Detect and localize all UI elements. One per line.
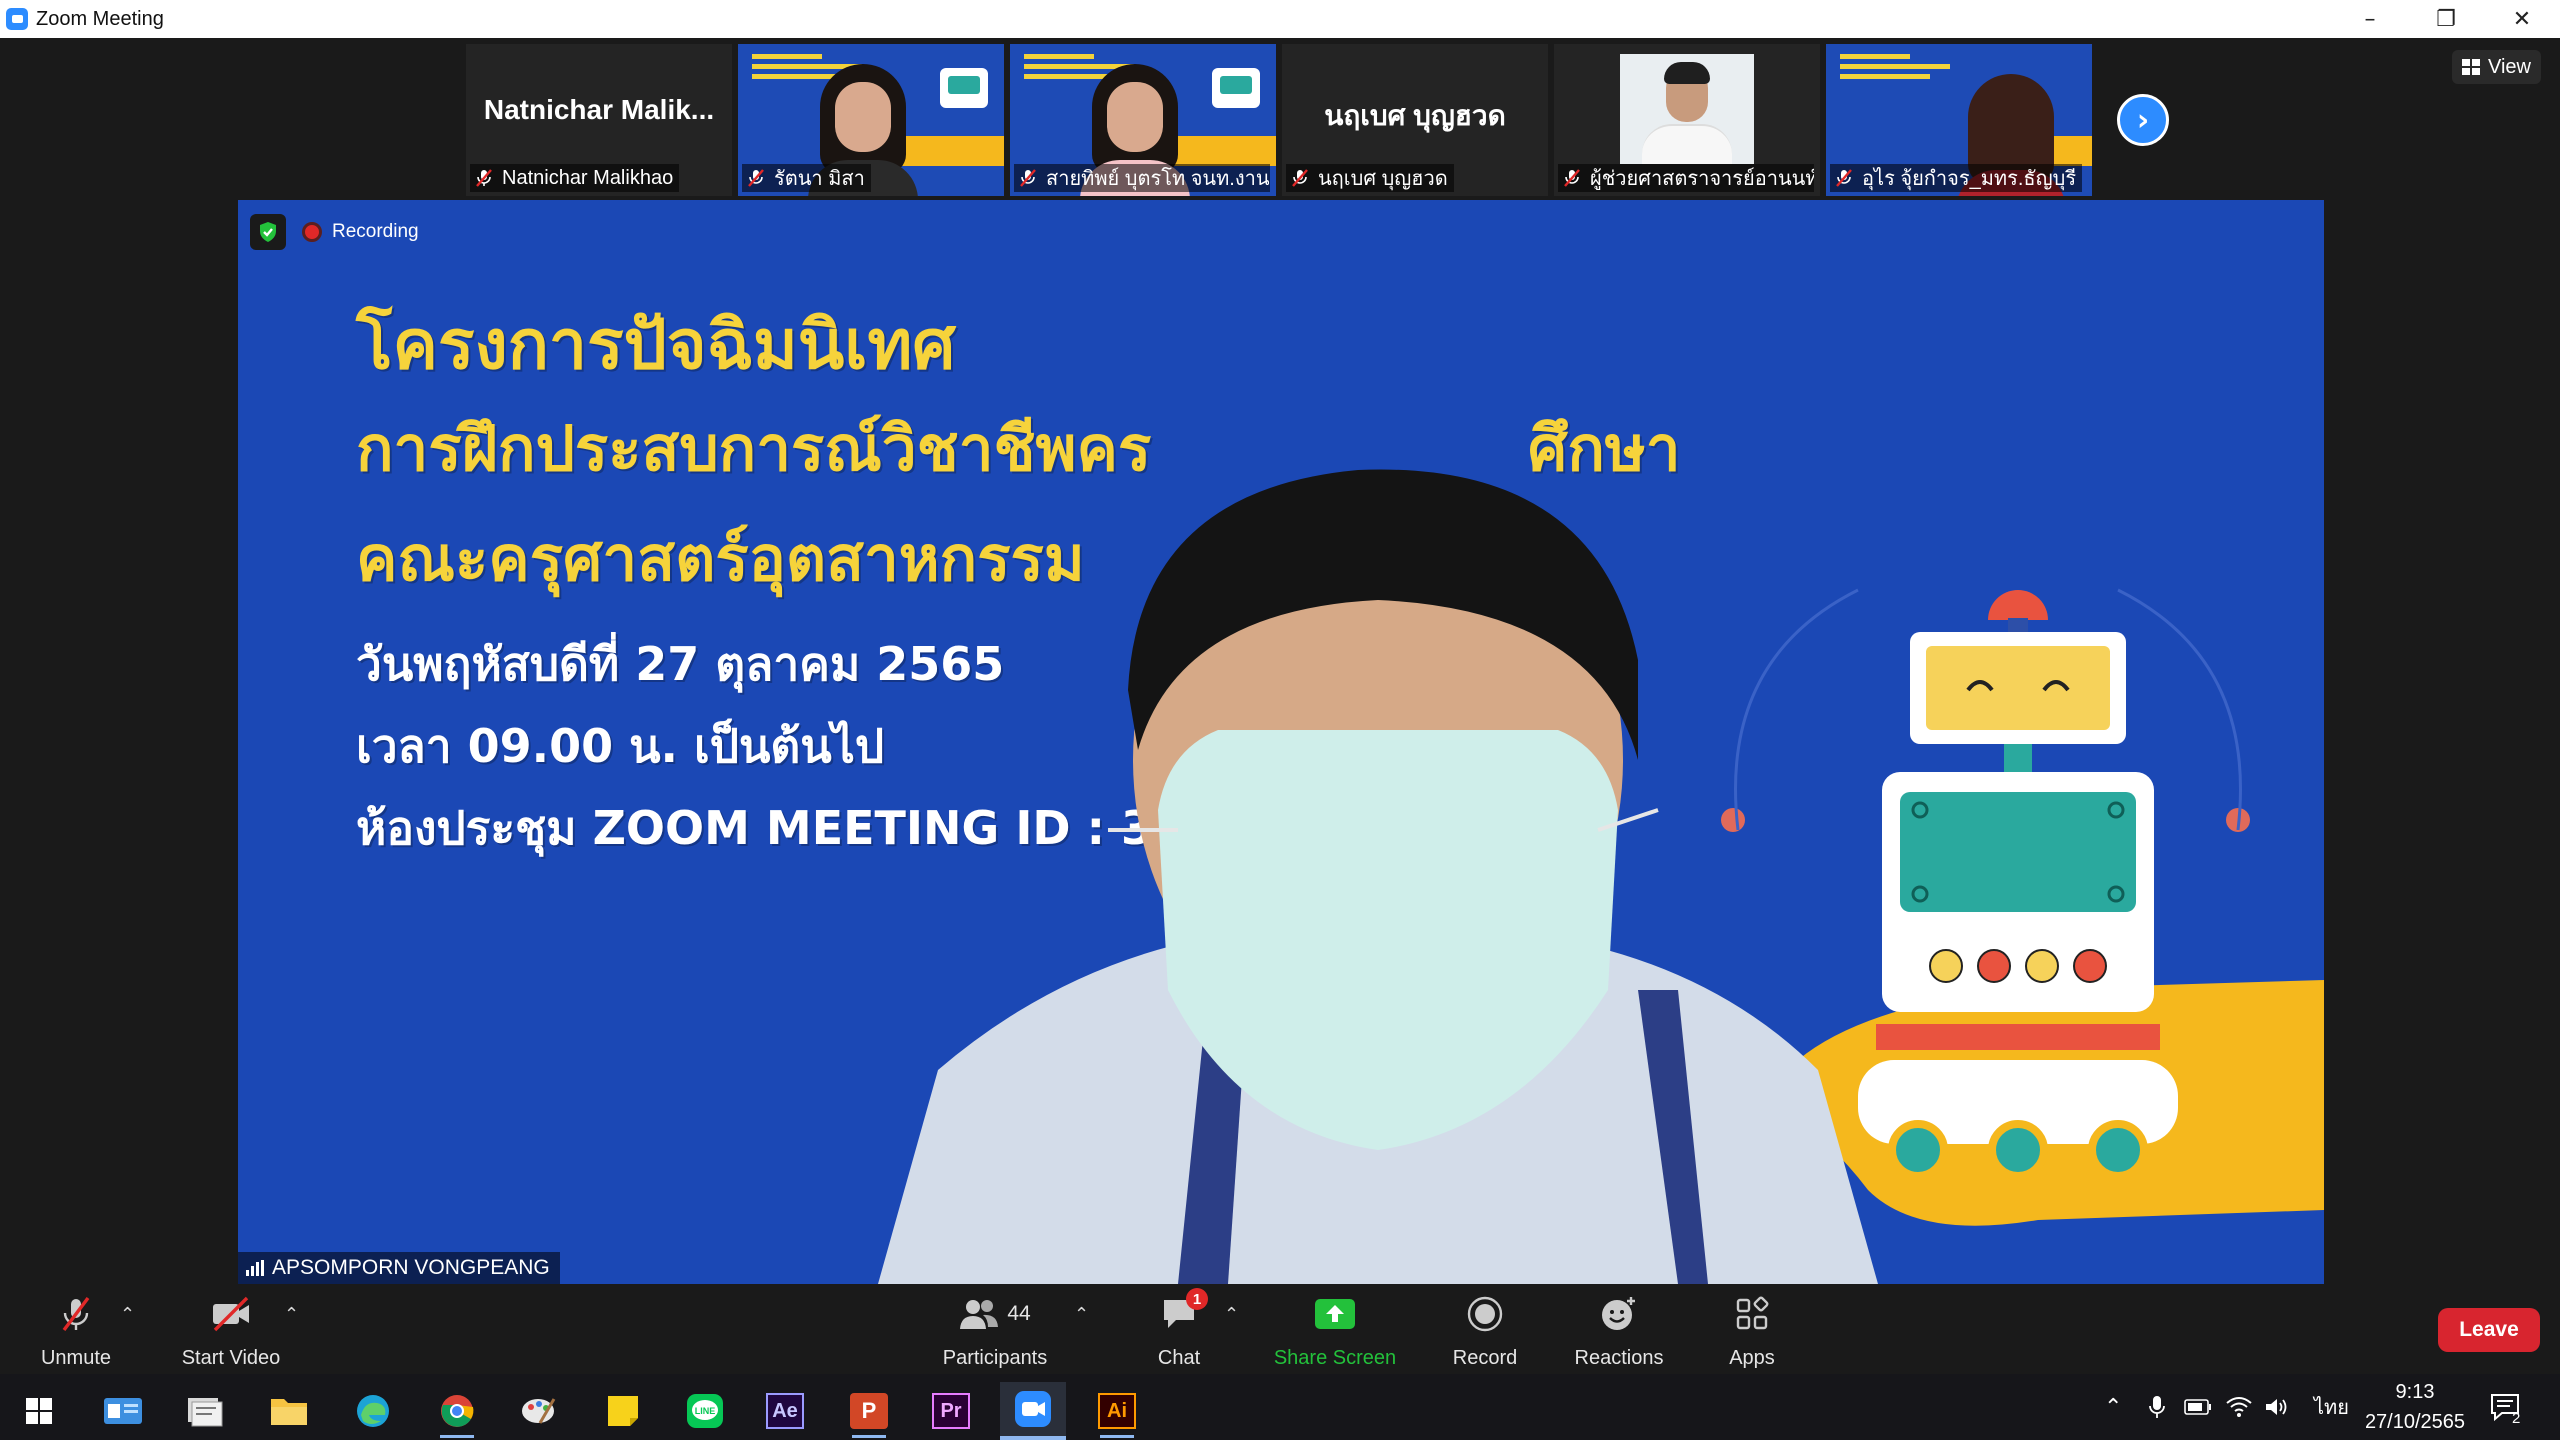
- video-options-caret-icon[interactable]: ⌃: [284, 1304, 299, 1325]
- muted-mic-icon: [1836, 169, 1852, 187]
- share-screen-icon: [1315, 1299, 1355, 1329]
- participant-tile[interactable]: อุไร จุ้ยกำจร_มทร.ธัญบุรี: [1826, 44, 2092, 196]
- participants-icon: [960, 1300, 999, 1329]
- minimize-button[interactable]: –: [2332, 0, 2408, 38]
- presenter-video: [878, 469, 1878, 1284]
- participant-tile[interactable]: รัตนา มิสา: [738, 44, 1004, 196]
- windows-start-icon[interactable]: [6, 1382, 72, 1440]
- participant-photo: [1620, 54, 1754, 164]
- video-off-icon: [213, 1296, 249, 1332]
- participants-options-caret-icon[interactable]: ⌃: [1074, 1304, 1089, 1325]
- wifi-icon[interactable]: [2226, 1374, 2252, 1440]
- input-language-indicator[interactable]: ไทย: [2314, 1374, 2349, 1440]
- chat-button[interactable]: 1 Chat: [1156, 1288, 1208, 1370]
- share-screen-button[interactable]: Share Screen: [1268, 1294, 1402, 1370]
- apps-icon: [1736, 1296, 1769, 1330]
- leave-button[interactable]: Leave: [2438, 1308, 2540, 1352]
- paint-app-icon[interactable]: [506, 1382, 572, 1440]
- participant-label: อุไร จุ้ยกำจร_มทร.ธัญบุรี: [1830, 164, 2083, 192]
- windows-taskbar: LINE Ae P Pr Ai ⌃ ไทย 9:13 27/10/2565 2: [0, 1374, 2560, 1440]
- meeting-toolbar: Unmute ⌃ Start Video ⌃ 44 Participants ⌃…: [0, 1284, 2560, 1374]
- status-badges: Recording: [250, 214, 419, 250]
- muted-mic-icon: [1564, 169, 1580, 187]
- system-clock[interactable]: 9:13 27/10/2565: [2360, 1374, 2470, 1440]
- participant-tile[interactable]: นฤเบศ บุญฮวด นฤเบศ บุญฮวด: [1282, 44, 1548, 196]
- title-bar: Zoom Meeting – ❐ ✕: [0, 0, 2560, 38]
- line-app-icon[interactable]: LINE: [672, 1382, 738, 1440]
- premiere-icon[interactable]: Pr: [918, 1382, 984, 1440]
- active-speaker-video: โครงการปัจฉิมนิเทศ การฝึกประสบการณ์วิชาช…: [238, 200, 2324, 1284]
- show-hidden-icons-chevron-icon[interactable]: ⌃: [2104, 1374, 2122, 1440]
- record-dot-icon: [302, 222, 322, 242]
- participant-tile[interactable]: Natnichar Malik... Natnichar Malikhao: [466, 44, 732, 196]
- chat-unread-badge: 1: [1186, 1288, 1208, 1310]
- participant-tile[interactable]: สายทิพย์ บุตรโท จนท.งาน...: [1010, 44, 1276, 196]
- slide-time: เวลา 09.00 น. เป็นต้นไป: [356, 719, 885, 773]
- start-video-button[interactable]: Start Video: [176, 1294, 286, 1370]
- participant-label: สายทิพย์ บุตรโท จนท.งาน...: [1014, 164, 1270, 192]
- close-button[interactable]: ✕: [2484, 0, 2560, 38]
- participant-label: Natnichar Malikhao: [470, 164, 680, 192]
- volume-icon[interactable]: [2264, 1374, 2290, 1440]
- participant-tile[interactable]: ผู้ช่วยศาสตราจารย์อานนท์...: [1554, 44, 1820, 196]
- participant-label: นฤเบศ บุญฮวด: [1286, 164, 1454, 192]
- chrome-browser-icon[interactable]: [424, 1382, 490, 1440]
- window-title: Zoom Meeting: [36, 7, 164, 30]
- battery-icon[interactable]: [2184, 1374, 2212, 1440]
- muted-mic-icon: [62, 1296, 90, 1332]
- signal-strength-icon: [246, 1260, 264, 1276]
- participant-label: รัตนา มิสา: [742, 164, 871, 192]
- muted-mic-icon: [748, 169, 764, 187]
- reactions-button[interactable]: Reactions: [1570, 1294, 1668, 1370]
- file-manager-icon[interactable]: [172, 1382, 238, 1440]
- clock-date: 27/10/2565: [2364, 1411, 2466, 1433]
- encryption-shield-icon[interactable]: [250, 214, 286, 250]
- edge-browser-icon[interactable]: [340, 1382, 406, 1440]
- muted-mic-icon: [1292, 169, 1308, 187]
- zoom-taskbar-icon[interactable]: [1000, 1382, 1066, 1440]
- muted-mic-icon: [476, 169, 492, 187]
- audio-options-caret-icon[interactable]: ⌃: [120, 1304, 135, 1325]
- svg-text:LINE: LINE: [695, 1406, 716, 1416]
- participant-count: 44: [1007, 1302, 1031, 1325]
- muted-mic-icon: [1020, 169, 1036, 187]
- participant-label: ผู้ช่วยศาสตราจารย์อานนท์...: [1558, 164, 1814, 192]
- notification-center-icon[interactable]: 2: [2490, 1374, 2522, 1440]
- microphone-tray-icon[interactable]: [2148, 1374, 2166, 1440]
- active-speaker-label: APSOMPORN VONGPEANG: [238, 1252, 560, 1284]
- clock-time: 9:13: [2395, 1381, 2435, 1403]
- view-button[interactable]: View: [2452, 50, 2541, 84]
- apps-button[interactable]: Apps: [1726, 1294, 1778, 1370]
- grid-view-icon: [2462, 59, 2480, 75]
- zoom-app-icon: [6, 8, 28, 30]
- participant-display-name: นฤเบศ บุญฮวด: [1324, 100, 1506, 131]
- file-explorer-icon[interactable]: [256, 1382, 322, 1440]
- participants-button[interactable]: 44 Participants: [934, 1294, 1056, 1370]
- participant-display-name: Natnichar Malik...: [483, 94, 715, 125]
- meeting-area: Natnichar Malik... Natnichar Malikhao รั…: [0, 38, 2560, 1374]
- sticky-notes-icon[interactable]: [590, 1382, 656, 1440]
- reactions-emoji-icon: [1602, 1297, 1635, 1330]
- notification-count: 2: [2512, 1410, 2521, 1427]
- powerpoint-icon[interactable]: P: [836, 1382, 902, 1440]
- unmute-button[interactable]: Unmute: [36, 1294, 116, 1370]
- illustrator-icon[interactable]: Ai: [1084, 1382, 1150, 1440]
- record-icon: [1467, 1296, 1503, 1332]
- outlook-icon[interactable]: [90, 1382, 156, 1440]
- chat-options-caret-icon[interactable]: ⌃: [1224, 1304, 1239, 1325]
- next-page-chevron-icon[interactable]: ›: [2117, 94, 2169, 146]
- restore-button[interactable]: ❐: [2408, 0, 2484, 38]
- record-button[interactable]: Record: [1448, 1294, 1522, 1370]
- participant-strip: Natnichar Malik... Natnichar Malikhao รั…: [466, 44, 2092, 196]
- recording-indicator[interactable]: Recording: [302, 221, 419, 243]
- slide-title: โครงการปัจฉิมนิเทศ: [356, 306, 956, 385]
- after-effects-icon[interactable]: Ae: [752, 1382, 818, 1440]
